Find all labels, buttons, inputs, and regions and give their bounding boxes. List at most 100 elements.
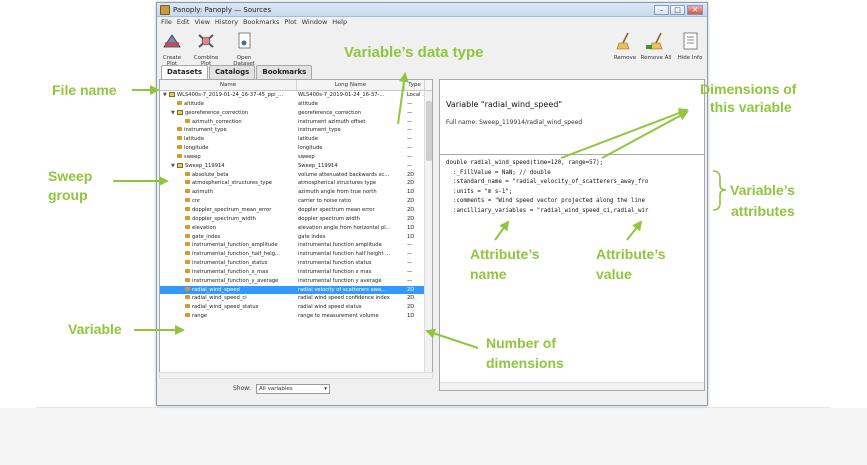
tree-row[interactable]: instrumental_function_half_heig... instru… xyxy=(160,250,432,259)
remove-button[interactable]: Remove xyxy=(612,31,638,61)
annotation-attributes-1: Variable’s xyxy=(730,182,795,198)
tree-row[interactable]: ▼ WLS400s-7_2019-01-24_16-37-45_ppi_... WL… xyxy=(160,91,432,100)
tree-row[interactable]: instrumental_function_status instrumental… xyxy=(160,259,432,268)
tree-cell-long-name: azimuth angle from true north xyxy=(298,189,377,196)
variable-icon xyxy=(177,100,182,105)
variable-icon xyxy=(185,260,190,265)
tree-cell-type: — xyxy=(407,260,413,267)
menu-item-plot[interactable]: Plot xyxy=(284,17,296,28)
tree-row[interactable]: radial_wind_speed_ci radial wind speed co… xyxy=(160,294,432,303)
open-dataset-button[interactable]: Open Dataset xyxy=(227,31,261,67)
menu-item-view[interactable]: View xyxy=(194,17,209,28)
tree-cell-type: 1D xyxy=(407,189,415,196)
close-button[interactable]: ✕ xyxy=(687,5,703,15)
tree-name-text: radial_wind_speed xyxy=(192,286,240,293)
scrollbar-thumb[interactable] xyxy=(426,101,432,161)
tree-horizontal-scrollbar[interactable] xyxy=(159,372,433,379)
tree-cell-type: — xyxy=(407,145,413,152)
annotation-attribute-value-2: value xyxy=(596,266,632,282)
tree-cell-name: doppler_spectrum_mean_error xyxy=(160,206,297,215)
hide-info-button[interactable]: Hide Info xyxy=(675,31,705,61)
info-divider xyxy=(440,154,704,155)
tree-row[interactable]: latitude latitude — xyxy=(160,135,432,144)
tree-row[interactable]: instrument_type instrument_type — xyxy=(160,126,432,135)
tree-cell-name: sweep xyxy=(160,153,297,162)
remove-all-button[interactable]: Remove All xyxy=(640,31,672,61)
panoply-app-icon xyxy=(160,5,170,15)
variable-icon xyxy=(177,153,182,158)
tree-cell-type: 2D xyxy=(407,171,415,178)
menu-item-window[interactable]: Window xyxy=(302,17,328,28)
tree-name-text: WLS400s-7_2019-01-24_16-37-45_ppi_... xyxy=(177,92,284,98)
tree-name-text: longitude xyxy=(184,145,209,152)
tree-row[interactable]: azimuth_correction instrument azimuth off… xyxy=(160,118,432,127)
tree-cell-long-name: radial velocity of scatterers awa... xyxy=(298,286,387,293)
tree-row[interactable]: elevation elevation angle from horizontal… xyxy=(160,224,432,233)
tree-cell-type: Local ... xyxy=(407,92,425,98)
menu-item-help[interactable]: Help xyxy=(332,17,347,28)
menu-item-bookmarks[interactable]: Bookmarks xyxy=(243,17,279,28)
maximize-button[interactable]: □ xyxy=(670,5,685,15)
tree-cell-type: — xyxy=(407,251,413,258)
variable-full-name: Full name: Sweep_119914/radial_wind_spee… xyxy=(446,119,583,126)
tree-row[interactable]: doppler_spectrum_width doppler spectrum w… xyxy=(160,215,432,224)
tree-row[interactable]: range range to measurement volume 1D xyxy=(160,312,432,321)
tree-cell-type: 1D xyxy=(407,313,415,320)
menu-item-history[interactable]: History xyxy=(215,17,238,28)
broom-icon xyxy=(616,32,630,50)
remove-all-label: Remove All xyxy=(640,55,672,61)
tree-row[interactable]: absolute_beta volume attenuated backwards… xyxy=(160,171,432,180)
variable-icon xyxy=(185,189,190,194)
tree-cell-long-name: instrument azimuth offset xyxy=(298,118,366,125)
tree-row[interactable]: longitude longitude — xyxy=(160,144,432,153)
minimize-button[interactable]: – xyxy=(654,5,669,15)
column-header-type[interactable]: Type xyxy=(405,80,425,90)
tree-row[interactable]: instrumental_function_x_max instrumental … xyxy=(160,268,432,277)
tree-row[interactable]: gate_index gate index 1D xyxy=(160,233,432,242)
tree-cell-long-name: instrumental function half height ... xyxy=(298,251,391,258)
tree-row[interactable]: ▼ georeference_correction georeference_cor… xyxy=(160,109,432,118)
tree-row[interactable]: instrumental_function_y_average instrumen… xyxy=(160,277,432,286)
tree-cell-type: — xyxy=(407,277,413,284)
tree-cell-long-name: altitude xyxy=(298,100,318,107)
tree-cell-long-name: instrumental function x max xyxy=(298,268,372,275)
tree-cell-type: 2D xyxy=(407,286,415,293)
tab-bookmarks[interactable]: Bookmarks xyxy=(256,65,313,79)
tree-row[interactable]: cnr carrier to noise ratio 2D xyxy=(160,197,432,206)
info-horizontal-scrollbar[interactable] xyxy=(440,382,704,390)
column-header-name[interactable]: Name xyxy=(160,80,297,90)
annotation-attribute-name-2: name xyxy=(470,266,507,282)
tree-row[interactable]: ▼ Sweep_119914 Sweep_119914 — xyxy=(160,162,432,171)
tree-name-text: elevation xyxy=(192,224,217,231)
tree-row[interactable]: instrumental_function_amplitude instrumen… xyxy=(160,241,432,250)
tree-row[interactable]: altitude altitude — xyxy=(160,100,432,109)
tab-catalogs[interactable]: Catalogs xyxy=(209,65,256,79)
tree-row[interactable]: doppler_spectrum_mean_error doppler spect… xyxy=(160,206,432,215)
menu-item-edit[interactable]: Edit xyxy=(177,17,190,28)
variable-icon xyxy=(177,136,182,141)
tree-row[interactable]: atmospherical_structures_type atmospheric… xyxy=(160,179,432,188)
tree-row[interactable]: radial_wind_speed_status radial wind spee… xyxy=(160,303,432,312)
tree-cell-type: — xyxy=(407,153,413,160)
tree-vertical-scrollbar[interactable] xyxy=(424,91,432,377)
variable-icon xyxy=(185,268,190,273)
tree-cell-long-name: gate index xyxy=(298,233,326,240)
tree-cell-name: azimuth_correction xyxy=(160,118,297,127)
tab-datasets[interactable]: Datasets xyxy=(161,65,209,79)
show-filter-bar: Show: All variables ▾ xyxy=(159,381,433,397)
tree-cell-type: 2D xyxy=(407,198,415,205)
tree-cell-name: cnr xyxy=(160,197,297,206)
tree-cell-long-name: georeference_correction xyxy=(298,109,362,116)
tree-name-text: cnr xyxy=(192,198,201,205)
tree-row-selected[interactable]: radial_wind_speed radial velocity of scat… xyxy=(160,285,432,295)
variable-icon xyxy=(177,145,182,150)
tree-row[interactable]: sweep sweep — xyxy=(160,153,432,162)
menu-item-file[interactable]: File xyxy=(161,17,172,28)
create-plot-button[interactable]: Create Plot xyxy=(160,31,184,67)
tree-row[interactable]: azimuth azimuth angle from true north 1D xyxy=(160,188,432,197)
variable-icon xyxy=(185,233,190,238)
show-select[interactable]: All variables ▾ xyxy=(256,384,330,394)
column-header-long-name[interactable]: Long Name xyxy=(297,80,405,90)
combine-plot-button[interactable]: Combine Plot xyxy=(189,31,223,67)
variable-icon xyxy=(185,313,190,318)
